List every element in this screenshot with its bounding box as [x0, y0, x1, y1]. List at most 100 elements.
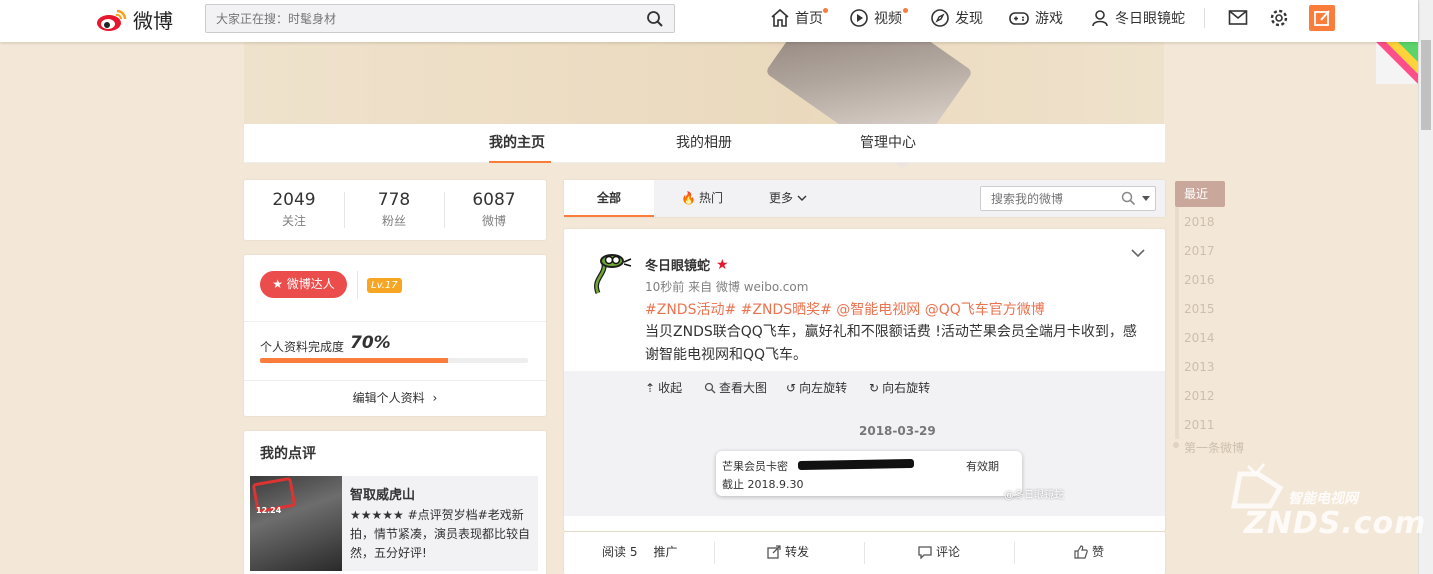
stats-card: 2049 关注 778 粉丝 6087 微博 — [244, 180, 546, 240]
skin-corner-icon[interactable] — [1376, 42, 1418, 84]
timeline-first-post[interactable]: 第一条微博 — [1184, 439, 1244, 456]
rotate-left-button[interactable]: ↺ 向左旋转 — [786, 379, 847, 396]
nav-home[interactable]: 首页 — [770, 8, 823, 28]
global-search[interactable] — [205, 4, 675, 33]
stat-following-value: 2049 — [272, 190, 316, 210]
star-icon: ★ — [272, 277, 283, 291]
feed-tabs: 全部 🔥 热门 更多 — [564, 180, 1165, 217]
timeline-recent[interactable]: 最近 — [1175, 181, 1225, 207]
compose-button[interactable] — [1309, 5, 1335, 31]
search-icon[interactable] — [1121, 191, 1136, 206]
verified-star-icon[interactable]: ★ — [716, 257, 729, 273]
card-key-label: 芒果会员卡密 — [722, 460, 788, 473]
divider — [244, 321, 546, 322]
collapse-button[interactable]: ⇡ 收起 — [645, 379, 682, 396]
tab-manage-center[interactable]: 管理中心 — [860, 124, 916, 163]
nav-video[interactable]: 视频 — [849, 8, 902, 28]
stat-followers[interactable]: 778 粉丝 — [344, 190, 444, 229]
read-count-label: 阅读 5 — [602, 545, 638, 559]
nav-home-label: 首页 — [795, 11, 823, 27]
nav-user-label: 冬日眼镜蛇 — [1115, 11, 1185, 27]
post-footer: 阅读 5 推广 转发 评论 赞 — [564, 532, 1165, 574]
level-badge[interactable]: Lv.17 — [367, 278, 402, 293]
zoom-icon — [704, 382, 716, 393]
like-button[interactable]: 赞 — [1074, 532, 1104, 572]
daren-badge-label: 微博达人 — [286, 277, 335, 291]
post-meta[interactable]: 10秒前 来自 微博 weibo.com — [645, 278, 808, 295]
image-watermark: @冬日眼镜蛇 — [1004, 490, 1064, 501]
nav-game[interactable]: 游戏 — [1008, 8, 1063, 28]
timeline-year[interactable]: 2012 — [1184, 389, 1215, 403]
stat-posts-label: 微博 — [481, 214, 506, 228]
nav-discover[interactable]: 发现 — [930, 8, 983, 28]
stat-followers-label: 粉丝 — [381, 214, 406, 228]
stat-following[interactable]: 2049 关注 — [244, 190, 344, 229]
tab-my-home[interactable]: 我的主页 — [489, 124, 551, 163]
top-navbar: 微博 首页 视频 发现 游戏 冬日眼镜蛇 — [0, 0, 1418, 42]
completion-progress — [260, 358, 528, 363]
stat-following-label: 关注 — [281, 214, 306, 228]
timeline-year[interactable]: 2018 — [1184, 215, 1215, 229]
post-image-date: 2018-03-29 — [859, 424, 936, 438]
rotate-right-label: 向右旋转 — [882, 381, 931, 395]
post-card: 冬日眼镜蛇 ★ 10秒前 来自 微博 weibo.com #ZNDS活动# #Z… — [564, 229, 1165, 531]
view-large-label: 查看大图 — [719, 381, 768, 395]
thumbs-up-icon — [1074, 545, 1088, 559]
page-scrollbar[interactable] — [1418, 0, 1433, 574]
stat-posts[interactable]: 6087 微博 — [444, 190, 544, 229]
daren-badge-button[interactable]: ★ 微博达人 — [260, 271, 347, 298]
home-new-dot — [823, 8, 828, 13]
completion-progress-fill — [260, 358, 448, 363]
compose-icon — [1314, 10, 1330, 26]
weibo-logo[interactable]: 微博 — [95, 5, 173, 34]
global-search-input[interactable] — [206, 5, 626, 32]
badge-card: ★ 微博达人 Lv.17 个人资料完成度 70% 编辑个人资料 › — [244, 255, 546, 416]
feed-search[interactable] — [980, 186, 1156, 211]
watermark-en: ZNDS.com — [1244, 506, 1427, 541]
movie-title[interactable]: 智取威虎山 — [350, 484, 415, 503]
rotate-right-button[interactable]: ↻ 向右旋转 — [869, 379, 930, 396]
movie-poster[interactable]: 12.24 — [250, 476, 342, 571]
timeline-year[interactable]: 2013 — [1184, 360, 1215, 374]
post-text: 当贝ZNDS联合QQ飞车，赢好礼和不限额话费 !活动芒果会员全端月卡收到，感谢智… — [645, 324, 1137, 363]
edit-profile-link[interactable]: 编辑个人资料 › — [244, 381, 546, 416]
comment-button[interactable]: 评论 — [918, 532, 960, 572]
feed-tab-hot[interactable]: 🔥 热门 — [681, 180, 723, 217]
user-icon — [1092, 10, 1108, 27]
scrollbar-thumb[interactable] — [1421, 40, 1431, 130]
post-image[interactable]: 芒果会员卡密 有效期 截止 2018.9.30 — [716, 451, 1022, 496]
post-author[interactable]: 冬日眼镜蛇 ★ — [645, 255, 729, 275]
gear-icon[interactable] — [1269, 8, 1289, 28]
feed-search-input[interactable] — [981, 187, 1111, 210]
promote-label[interactable]: 推广 — [653, 532, 677, 572]
repost-label: 转发 — [785, 545, 810, 559]
timeline-year[interactable]: 2011 — [1184, 418, 1215, 432]
search-icon[interactable] — [646, 10, 664, 28]
avatar[interactable] — [584, 249, 634, 299]
timeline-year[interactable]: 2017 — [1184, 244, 1215, 258]
nav-user[interactable]: 冬日眼镜蛇 — [1090, 8, 1185, 28]
view-large-button[interactable]: 查看大图 — [704, 379, 767, 396]
repost-button[interactable]: 转发 — [767, 532, 809, 572]
footer-divider — [1014, 542, 1015, 564]
timeline-year[interactable]: 2016 — [1184, 273, 1215, 287]
timeline-year[interactable]: 2014 — [1184, 331, 1215, 345]
mail-icon[interactable] — [1228, 9, 1248, 27]
post-tags[interactable]: #ZNDS活动# #ZNDS晒奖# @智能电视网 @QQ飞车官方微博 — [645, 299, 1045, 319]
tab-my-album[interactable]: 我的相册 — [676, 124, 732, 163]
completion-label: 个人资料完成度 — [260, 340, 345, 354]
nav-divider — [1204, 8, 1205, 28]
znds-watermark: 智能电视网 ZNDS.com — [1230, 460, 1425, 560]
rotate-right-icon: ↻ — [869, 380, 880, 395]
timeline-rail — [1175, 207, 1179, 439]
timeline-year[interactable]: 2015 — [1184, 302, 1215, 316]
review-item[interactable]: 12.24 智取威虎山 ★★★★★ #点评贺岁档#老戏新拍，情节紧凑，演员表现都… — [250, 476, 538, 571]
feed-tab-more[interactable]: 更多 — [769, 180, 807, 217]
chevron-down-icon[interactable] — [1131, 248, 1145, 258]
caret-down-icon[interactable] — [1142, 196, 1150, 202]
logo-text: 微博 — [133, 9, 173, 33]
nav-video-label: 视频 — [874, 11, 902, 27]
feed-tab-all[interactable]: 全部 — [564, 180, 654, 217]
repost-icon — [767, 545, 781, 559]
stat-posts-value: 6087 — [472, 190, 516, 210]
